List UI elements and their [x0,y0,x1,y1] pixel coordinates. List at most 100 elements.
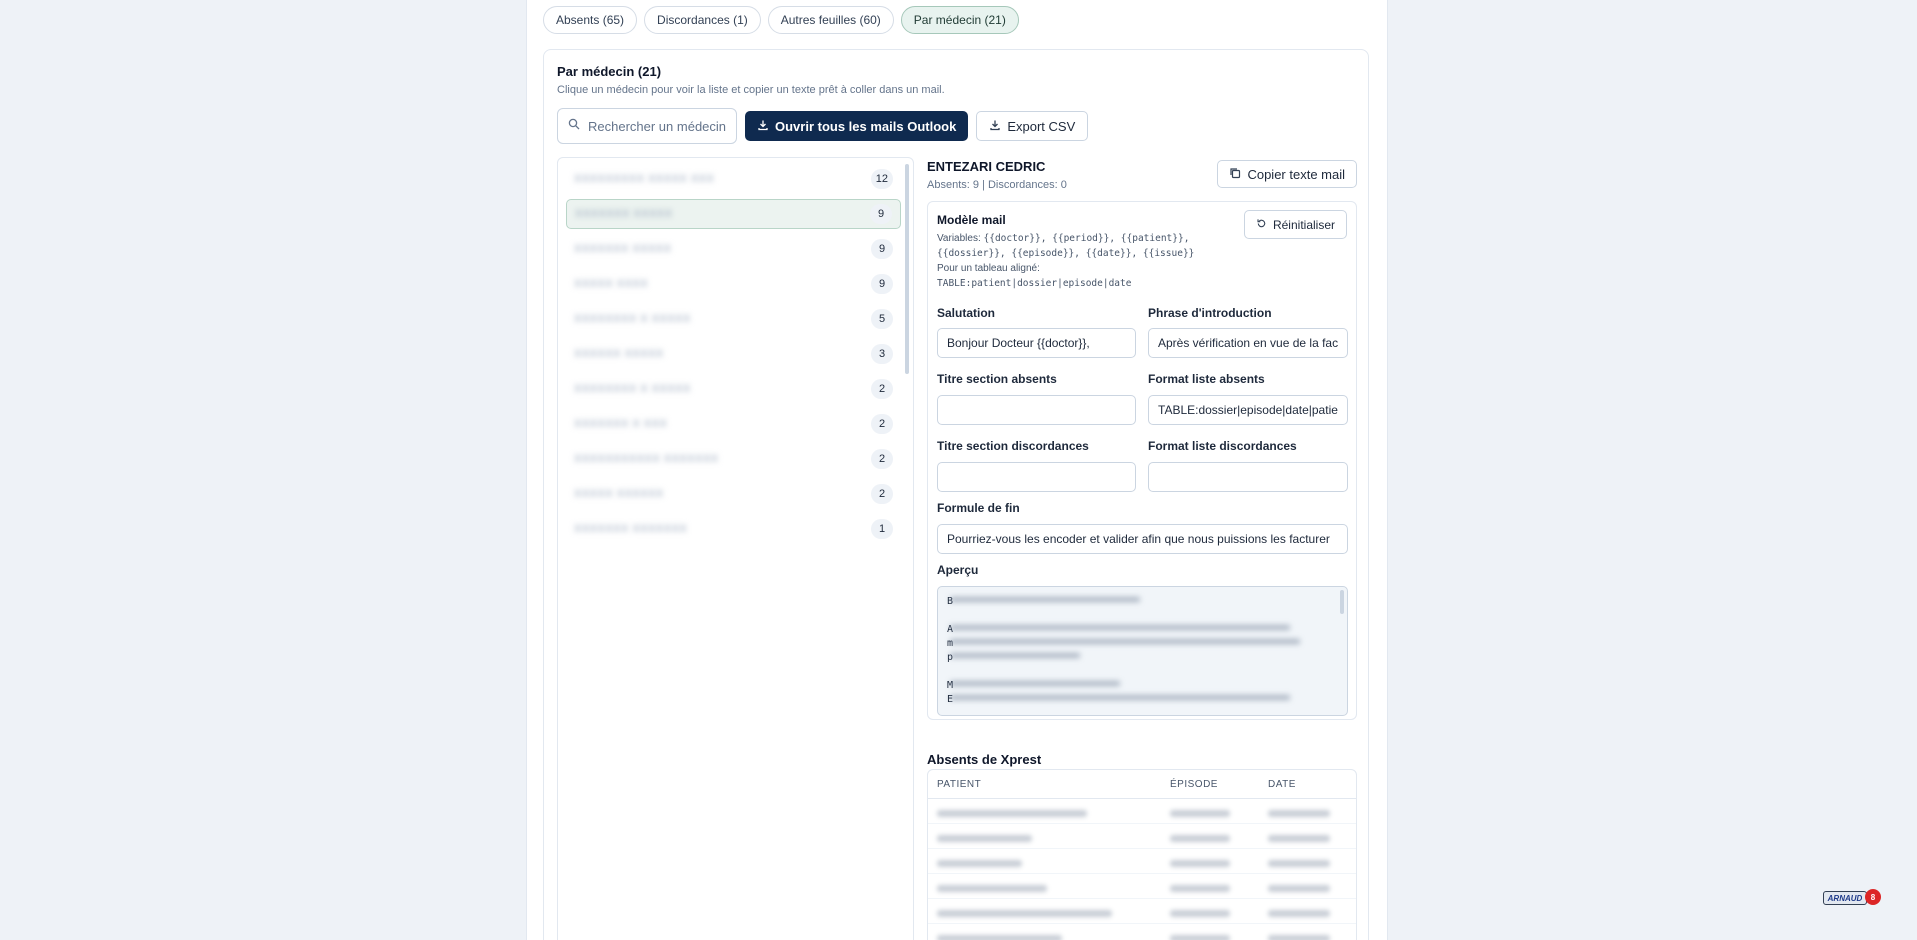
copy-mail-text-button[interactable]: Copier texte mail [1217,160,1357,188]
mail-template-section: Modèle mail Variables: {{doctor}}, {{per… [927,201,1357,720]
doctor-list-item-selected[interactable]: XXXXXXX XXXXX 9 [566,199,901,229]
table-cell-redacted [1268,910,1330,917]
doctor-name: XXXXXXXXX XXXXX XXX [574,173,715,185]
search-box [557,108,737,144]
doctor-count-badge: 2 [871,484,893,504]
table-cell-redacted [937,885,1047,892]
doctor-list-item[interactable]: XXXXX XXXX 9 [566,269,901,299]
discordances-format-label: Format liste discordances [1148,439,1297,453]
doctor-detail-stats: Absents: 9 | Discordances: 0 [927,179,1067,191]
table-cell-redacted [1268,885,1330,892]
open-all-outlook-button[interactable]: Ouvrir tous les mails Outlook [745,111,969,141]
table-cell-redacted [1268,935,1330,940]
column-header-date: DATE [1268,779,1296,790]
doctor-list-item[interactable]: XXXXXXX X XXX 2 [566,409,901,439]
doctor-list-item[interactable]: XXXXX XXXXXX 2 [566,479,901,509]
doctor-list-item[interactable]: XXXXXXXX X XXXXX 2 [566,374,901,404]
table-header-divider [928,798,1356,799]
table-cell-redacted [1170,885,1230,892]
doctor-detail-name: ENTEZARI CEDRIC [927,159,1046,174]
mail-template-title: Modèle mail [937,213,1006,227]
copy-mail-text-label: Copier texte mail [1247,166,1345,182]
doctor-name: XXXXXX XXXXX [574,348,664,360]
closing-input[interactable] [937,524,1348,554]
export-csv-label: Export CSV [1007,118,1076,134]
discordances-title-label: Titre section discordances [937,439,1089,453]
doctor-list-item[interactable]: XXXXXXXXXXX XXXXXXX 2 [566,444,901,474]
doctor-name: XXXXXXX XXXXX [575,208,673,220]
absents-title-input[interactable] [937,395,1136,425]
table-cell-redacted [1170,860,1230,867]
doctor-count-badge: 12 [870,169,893,189]
table-row-divider [928,923,1356,924]
column-header-patient: PATIENT [937,779,982,790]
intro-label: Phrase d'introduction [1148,306,1272,320]
discordances-title-input[interactable] [937,462,1136,492]
table-cell-redacted [937,935,1062,940]
table-hint: Pour un tableau aligné: [937,263,1040,274]
panel-subtitle: Clique un médecin pour voir la liste et … [557,84,945,96]
search-input[interactable] [588,118,728,134]
tab-par-medecin[interactable]: Par médecin (21) [900,6,1019,34]
closing-label: Formule de fin [937,501,1020,515]
table-cell-redacted [937,810,1087,817]
panel-title: Par médecin (21) [557,64,662,79]
table-row-divider [928,823,1356,824]
download-icon [989,119,1001,134]
absents-title-label: Titre section absents [937,372,1057,386]
reset-template-button[interactable]: Réinitialiser [1243,210,1347,239]
salutation-input[interactable] [937,328,1136,358]
discordances-format-input[interactable] [1148,462,1348,492]
doctor-name: XXXXXXX XXXXXXX [574,523,688,535]
doctor-count-badge: 2 [871,414,893,434]
table-cell-redacted [1170,835,1230,842]
tab-absents[interactable]: Absents (65) [543,6,638,34]
main-card: Absents (65) Discordances (1) Autres feu… [526,0,1388,940]
table-example: TABLE:patient|dossier|episode|date [937,278,1132,289]
table-cell-redacted [1268,860,1330,867]
doctor-count-badge: 3 [871,344,893,364]
doctor-count-badge: 5 [871,309,893,329]
brand-logo: ARNAUD 8 [1823,889,1883,907]
tab-autres-feuilles[interactable]: Autres feuilles (60) [767,6,894,34]
doctor-name: XXXXX XXXXXX [574,488,664,500]
doctor-name: XXXXXXX X XXX [574,418,668,430]
intro-input[interactable] [1148,328,1348,358]
reset-icon [1256,218,1267,232]
table-row-divider [928,898,1356,899]
doctor-name: XXXXXXXXXXX XXXXXXX [574,453,719,465]
doctor-list-item[interactable]: XXXXXXXX X XXXXX 5 [566,304,901,334]
column-header-episode: ÉPISODE [1170,779,1218,790]
table-cell-redacted [937,910,1112,917]
logo-wordmark: ARNAUD [1823,891,1867,905]
doctor-count-badge: 9 [871,274,893,294]
table-cell-redacted [1170,935,1230,940]
preview-label: Aperçu [937,563,979,577]
search-icon [568,117,580,135]
template-variables-help: Variables: {{doctor}}, {{period}}, {{pat… [937,231,1217,291]
doctor-count-badge: 2 [871,379,893,399]
doctor-name: XXXXX XXXX [574,278,649,290]
absents-format-input[interactable] [1148,395,1348,425]
table-row-divider [928,873,1356,874]
download-icon [757,119,769,134]
doctor-name: XXXXXXXX X XXXXX [574,313,691,325]
view-tabs: Absents (65) Discordances (1) Autres feu… [543,6,1019,34]
reset-template-label: Réinitialiser [1272,217,1335,232]
export-csv-button[interactable]: Export CSV [976,111,1089,141]
doctor-count-badge: 2 [871,449,893,469]
tab-discordances[interactable]: Discordances (1) [644,6,761,34]
open-all-outlook-label: Ouvrir tous les mails Outlook [775,118,957,134]
copy-icon [1229,167,1241,182]
preview-redacted-content [950,591,1330,715]
preview-scrollbar[interactable] [1340,590,1344,614]
table-cell-redacted [1268,835,1330,842]
doctor-list-item[interactable]: XXXXXXXXX XXXXX XXX 12 [566,164,901,194]
table-cell-redacted [937,860,1022,867]
table-cell-redacted [1268,810,1330,817]
doctor-list-item[interactable]: XXXXXX XXXXX 3 [566,339,901,369]
doctor-list-scrollbar[interactable] [905,164,909,374]
mail-preview[interactable]: B A m p M E [937,586,1348,716]
doctor-list-item[interactable]: XXXXXXX XXXXX 9 [566,234,901,264]
doctor-list-item[interactable]: XXXXXXX XXXXXXX 1 [566,514,901,544]
